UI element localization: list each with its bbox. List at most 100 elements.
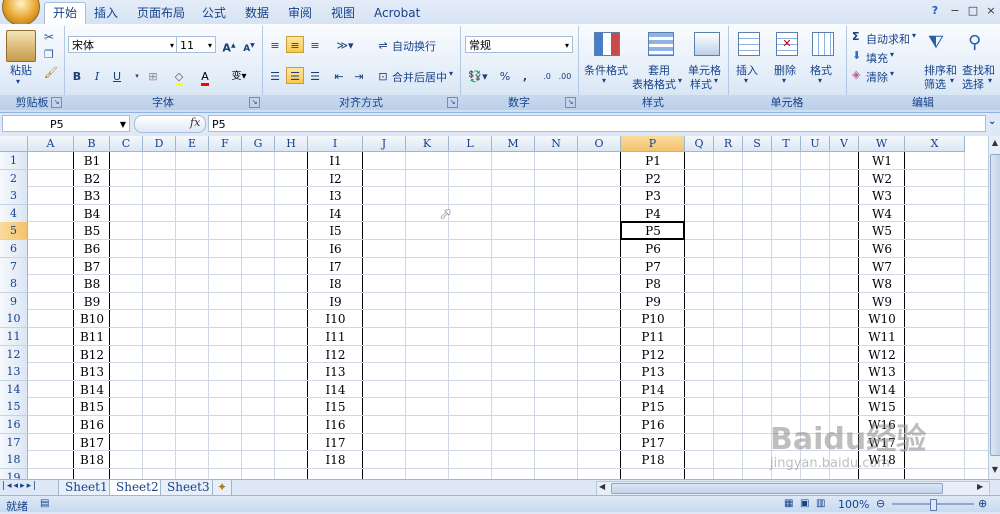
- cell-i14[interactable]: I14: [308, 381, 363, 399]
- zoom-slider[interactable]: [892, 499, 974, 511]
- column-header-l[interactable]: L: [449, 136, 492, 152]
- cell-b12[interactable]: B12: [74, 346, 110, 364]
- cell-w14[interactable]: W14: [859, 381, 905, 399]
- fill-icon[interactable]: ⬇: [852, 49, 861, 62]
- sheet-tab-3[interactable]: Sheet3: [160, 480, 217, 496]
- minimize-icon[interactable]: −: [948, 4, 962, 18]
- column-header-u[interactable]: U: [801, 136, 830, 152]
- cell-w10[interactable]: W10: [859, 310, 905, 328]
- column-header-s[interactable]: S: [743, 136, 772, 152]
- column-header-q[interactable]: Q: [685, 136, 714, 152]
- copy-icon[interactable]: ❐: [44, 48, 54, 61]
- cell-b16[interactable]: B16: [74, 416, 110, 434]
- font-size-dropdown-icon[interactable]: ▾: [208, 37, 212, 54]
- cell-p4[interactable]: P4: [621, 205, 685, 223]
- paste-dropdown-icon[interactable]: ▾: [16, 77, 20, 86]
- format-table-button-l2[interactable]: 表格格式: [632, 76, 676, 92]
- cell-w3[interactable]: W3: [859, 187, 905, 205]
- horizontal-scrollbar[interactable]: ◀ ▶: [596, 481, 990, 496]
- row-header-12[interactable]: 12: [0, 345, 28, 364]
- cell-w6[interactable]: W6: [859, 240, 905, 258]
- accounting-format-icon[interactable]: 💱▾: [465, 67, 491, 84]
- scroll-down-icon[interactable]: ▼: [990, 465, 1000, 477]
- tab-formulas[interactable]: 公式: [194, 3, 234, 23]
- macro-record-icon[interactable]: ▤: [40, 498, 49, 509]
- cell-i4[interactable]: I4: [308, 205, 363, 223]
- select-all-corner[interactable]: [0, 136, 28, 152]
- italic-button[interactable]: I: [88, 67, 106, 84]
- cell-p15[interactable]: P15: [621, 398, 685, 416]
- number-launcher-icon[interactable]: ↘: [565, 97, 576, 108]
- tab-acrobat[interactable]: Acrobat: [366, 3, 428, 23]
- cell-i7[interactable]: I7: [308, 258, 363, 276]
- column-header-p[interactable]: P: [621, 136, 685, 152]
- tab-home[interactable]: 开始: [44, 2, 87, 25]
- cell-i6[interactable]: I6: [308, 240, 363, 258]
- sheet-tab-1[interactable]: Sheet1: [58, 480, 115, 496]
- row-header-6[interactable]: 6: [0, 240, 28, 258]
- font-color-icon[interactable]: A: [194, 67, 216, 86]
- tab-insert[interactable]: 插入: [86, 3, 126, 23]
- cell-p10[interactable]: P10: [621, 310, 685, 328]
- alignment-launcher-icon[interactable]: ↘: [447, 97, 458, 108]
- sheet-tab-2[interactable]: Sheet2: [109, 480, 166, 496]
- format-table-dropdown-icon[interactable]: ▾: [678, 76, 682, 85]
- conditional-format-icon[interactable]: [594, 32, 620, 56]
- column-header-n[interactable]: N: [535, 136, 578, 152]
- column-header-j[interactable]: J: [363, 136, 406, 152]
- font-size-combo[interactable]: 11 ▾: [176, 36, 216, 53]
- decrease-indent-icon[interactable]: ⇤: [330, 67, 348, 84]
- row-header-7[interactable]: 7: [0, 257, 28, 276]
- merge-center-icon[interactable]: ⊡: [374, 67, 392, 84]
- page-layout-view-icon[interactable]: ▣: [800, 498, 809, 509]
- insert-function-icon[interactable]: fx: [190, 116, 200, 129]
- borders-icon[interactable]: ⊞: [142, 67, 164, 84]
- cell-i9[interactable]: I9: [308, 293, 363, 311]
- zoom-level[interactable]: 100%: [838, 498, 869, 511]
- cell-w1[interactable]: W1: [859, 152, 905, 170]
- underline-button[interactable]: U: [108, 67, 126, 84]
- format-cells-icon[interactable]: [812, 32, 834, 56]
- cell-b13[interactable]: B13: [74, 363, 110, 381]
- cell-i3[interactable]: I3: [308, 187, 363, 205]
- fill-color-icon[interactable]: ◇: [168, 67, 190, 86]
- row-header-14[interactable]: 14: [0, 380, 28, 399]
- column-header-k[interactable]: K: [406, 136, 449, 152]
- cell-styles-icon[interactable]: [694, 32, 720, 56]
- restore-icon[interactable]: □: [966, 4, 980, 18]
- cell-p1[interactable]: P1: [621, 152, 685, 170]
- cell-b2[interactable]: B2: [74, 170, 110, 188]
- fill-button[interactable]: 填充: [866, 50, 888, 66]
- row-header-4[interactable]: 4: [0, 204, 28, 223]
- autosum-icon[interactable]: Σ: [852, 30, 860, 43]
- cell-b5[interactable]: B5: [74, 222, 110, 240]
- column-header-f[interactable]: F: [209, 136, 242, 152]
- cell-b1[interactable]: B1: [74, 152, 110, 170]
- orientation-icon[interactable]: ≫▾: [332, 36, 358, 53]
- insert-cells-dropdown-icon[interactable]: ▾: [744, 76, 748, 85]
- cell-b14[interactable]: B14: [74, 381, 110, 399]
- cell-i15[interactable]: I15: [308, 398, 363, 416]
- shrink-font-button[interactable]: A▼: [240, 36, 258, 54]
- worksheet-grid[interactable]: A B C D E F G H I J K L M N O P Q R S T U V W X 1 2 3 4 5 6 7 8 9 10 11 12 1…: [0, 136, 988, 479]
- cell-w7[interactable]: W7: [859, 258, 905, 276]
- selected-cell-outline[interactable]: [620, 221, 685, 240]
- cell-b17[interactable]: B17: [74, 434, 110, 452]
- cell-b7[interactable]: B7: [74, 258, 110, 276]
- clipboard-launcher-icon[interactable]: ↘: [51, 97, 62, 108]
- cell-p12[interactable]: P12: [621, 346, 685, 364]
- row-header-9[interactable]: 9: [0, 292, 28, 311]
- column-header-b[interactable]: B: [74, 136, 110, 152]
- cell-i1[interactable]: I1: [308, 152, 363, 170]
- page-break-view-icon[interactable]: ▥: [816, 498, 825, 509]
- cell-p7[interactable]: P7: [621, 258, 685, 276]
- cell-w11[interactable]: W11: [859, 328, 905, 346]
- cell-b10[interactable]: B10: [74, 310, 110, 328]
- column-header-e[interactable]: E: [176, 136, 209, 152]
- expand-formula-icon[interactable]: ⌄: [988, 116, 996, 127]
- cell-p11[interactable]: P11: [621, 328, 685, 346]
- number-format-dropdown-icon[interactable]: ▾: [565, 37, 569, 54]
- cell-b8[interactable]: B8: [74, 275, 110, 293]
- cell-b11[interactable]: B11: [74, 328, 110, 346]
- clear-icon[interactable]: ◈: [852, 68, 860, 81]
